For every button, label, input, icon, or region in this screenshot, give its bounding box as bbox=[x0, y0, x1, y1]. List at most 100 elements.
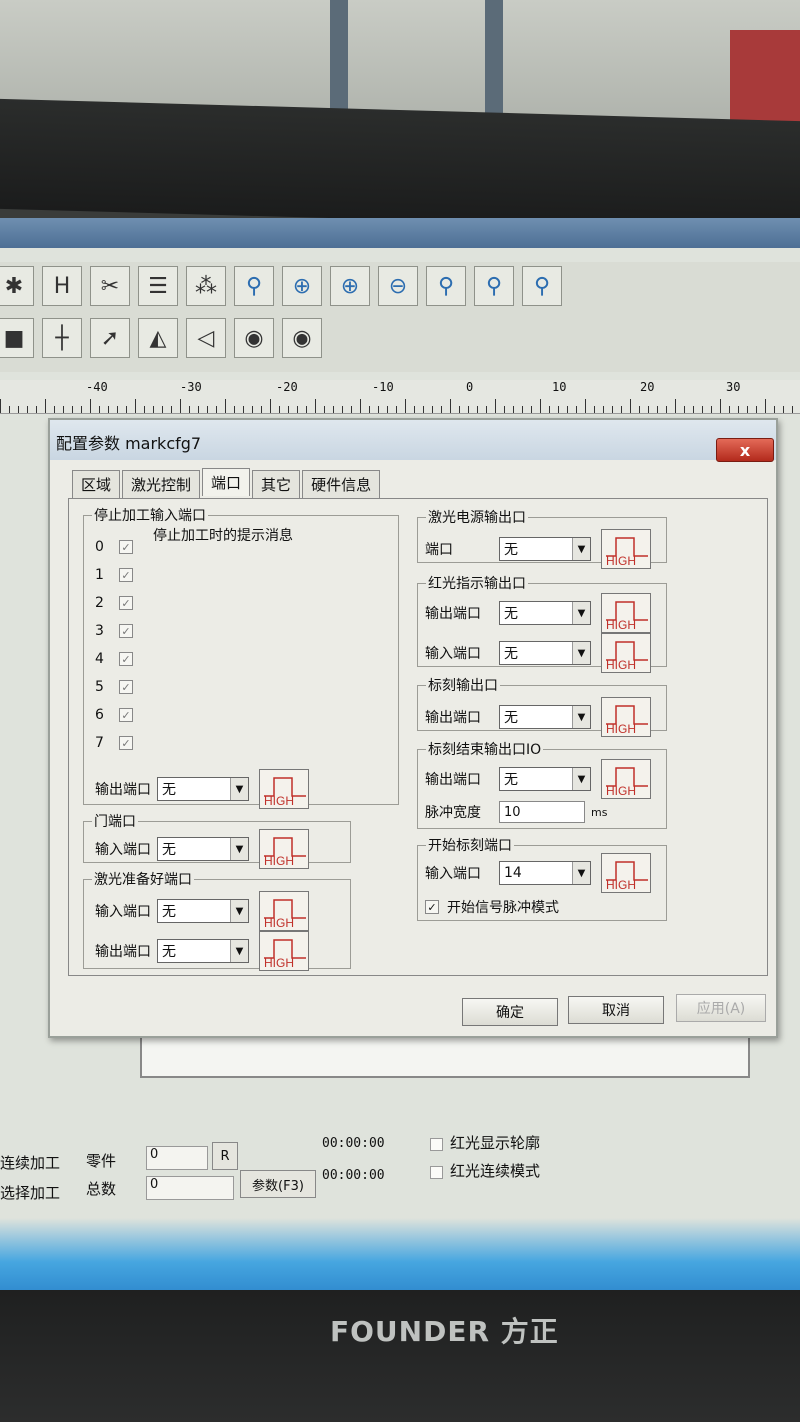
zoom-icon[interactable]: ⚲ bbox=[234, 266, 274, 306]
high-level-button[interactable]: HIGH bbox=[601, 633, 651, 673]
high-level-button[interactable]: HIGH bbox=[601, 529, 651, 569]
door-input-select[interactable]: 无 ▼ bbox=[157, 837, 249, 861]
zoom-in-icon[interactable]: ⊕ bbox=[282, 266, 322, 306]
dropdown-arrow-icon[interactable]: ▼ bbox=[230, 900, 248, 922]
tab-ports[interactable]: 端口 bbox=[202, 468, 251, 496]
zoom-out-icon[interactable]: ⊖ bbox=[378, 266, 418, 306]
stop-bit-row: 6 ✓ bbox=[95, 707, 133, 723]
laser-power-select[interactable]: 无 ▼ bbox=[499, 537, 591, 561]
bit-checkbox[interactable]: ✓ bbox=[119, 652, 133, 666]
ruler-label: -30 bbox=[180, 380, 202, 394]
dropdown-arrow-icon[interactable]: ▼ bbox=[572, 862, 590, 884]
ruler-tick bbox=[468, 406, 469, 413]
high-level-button[interactable]: HIGH bbox=[259, 829, 309, 869]
bit-checkbox[interactable]: ✓ bbox=[119, 596, 133, 610]
dropdown-arrow-icon[interactable]: ▼ bbox=[572, 642, 590, 664]
red-outline-label: 红光显示轮廓 bbox=[450, 1134, 541, 1152]
dropdown-arrow-icon[interactable]: ▼ bbox=[572, 706, 590, 728]
ruler-tick bbox=[18, 406, 19, 413]
tool-icon[interactable]: ✱ bbox=[0, 266, 34, 306]
mirror-vertical-icon[interactable]: ◁ bbox=[186, 318, 226, 358]
select-label: 选择加工 bbox=[0, 1184, 61, 1202]
ruler-tick bbox=[99, 406, 100, 413]
red-input-select[interactable]: 无 ▼ bbox=[499, 641, 591, 665]
parts-field[interactable]: 0 bbox=[146, 1146, 208, 1170]
bit-checkbox[interactable]: ✓ bbox=[119, 568, 133, 582]
ruler-tick bbox=[603, 406, 604, 413]
dropdown-arrow-icon[interactable]: ▼ bbox=[230, 778, 248, 800]
high-level-button[interactable]: HIGH bbox=[259, 891, 309, 931]
output-port-label: 输出端口 bbox=[425, 606, 481, 622]
ruler-tick bbox=[405, 399, 406, 413]
mark-end-output-select[interactable]: 无 ▼ bbox=[499, 767, 591, 791]
zoom-selection-icon[interactable]: ⚲ bbox=[474, 266, 514, 306]
zoom-plus-icon[interactable]: ⊕ bbox=[330, 266, 370, 306]
dropdown-arrow-icon[interactable]: ▼ bbox=[230, 838, 248, 860]
hatch-icon[interactable]: H bbox=[42, 266, 82, 306]
cancel-button[interactable]: 取消 bbox=[568, 996, 664, 1024]
pulse-width-input[interactable]: 10 bbox=[499, 801, 585, 823]
time-elapsed: 00:00:00 bbox=[322, 1136, 385, 1151]
tab-area[interactable]: 区域 bbox=[72, 470, 121, 498]
high-label: HIGH bbox=[606, 784, 636, 798]
ruler-tick bbox=[279, 406, 280, 413]
zoom-page-icon[interactable]: ⚲ bbox=[522, 266, 562, 306]
bit-checkbox[interactable]: ✓ bbox=[119, 708, 133, 722]
pulse-mode-checkbox[interactable]: ✓ bbox=[425, 900, 439, 914]
ruler-tick bbox=[378, 406, 379, 413]
ok-button[interactable]: 确定 bbox=[462, 998, 558, 1026]
ruler-tick bbox=[207, 406, 208, 413]
params-button[interactable]: 参数(F3) bbox=[240, 1170, 316, 1198]
red-outline-checkbox[interactable] bbox=[430, 1138, 443, 1151]
dropdown-arrow-icon[interactable]: ▼ bbox=[572, 538, 590, 560]
grid-icon[interactable]: ┼ bbox=[42, 318, 82, 358]
nodes-icon[interactable]: ⁂ bbox=[186, 266, 226, 306]
list-icon[interactable]: ☰ bbox=[138, 266, 178, 306]
close-button[interactable]: x bbox=[716, 438, 774, 462]
ruler-tick bbox=[594, 406, 595, 413]
high-level-button[interactable]: HIGH bbox=[601, 697, 651, 737]
tab-laser-control[interactable]: 激光控制 bbox=[122, 470, 201, 498]
ruler-label: -20 bbox=[276, 380, 298, 394]
bit-checkbox[interactable]: ✓ bbox=[119, 540, 133, 554]
bit-label: 1 bbox=[95, 567, 104, 583]
bit-checkbox[interactable]: ✓ bbox=[119, 680, 133, 694]
zoom-all-icon[interactable]: ⚲ bbox=[426, 266, 466, 306]
input-port-label: 输入端口 bbox=[95, 842, 151, 858]
select-icon[interactable]: ➚ bbox=[90, 318, 130, 358]
dropdown-arrow-icon[interactable]: ▼ bbox=[572, 768, 590, 790]
high-level-button[interactable]: HIGH bbox=[601, 759, 651, 799]
start-input-select[interactable]: 14 ▼ bbox=[499, 861, 591, 885]
laser-ready-output-select[interactable]: 无 ▼ bbox=[157, 939, 249, 963]
red-output-select[interactable]: 无 ▼ bbox=[499, 601, 591, 625]
status-area: 连续加工 选择加工 零件 总数 0 0 R 参数(F3) 00:00:00 00… bbox=[0, 1118, 800, 1218]
mark-output-select[interactable]: 无 ▼ bbox=[499, 705, 591, 729]
lock-icon[interactable]: ■ bbox=[0, 318, 34, 358]
ruler-tick bbox=[117, 406, 118, 413]
high-level-button[interactable]: HIGH bbox=[601, 593, 651, 633]
dropdown-arrow-icon[interactable]: ▼ bbox=[572, 602, 590, 624]
eye-icon[interactable]: ◉ bbox=[234, 318, 274, 358]
bit-checkbox[interactable]: ✓ bbox=[119, 624, 133, 638]
bit-checkbox[interactable]: ✓ bbox=[119, 736, 133, 750]
high-level-button[interactable]: HIGH bbox=[259, 931, 309, 971]
tab-hardware-info[interactable]: 硬件信息 bbox=[302, 470, 381, 498]
tab-other[interactable]: 其它 bbox=[252, 470, 301, 498]
total-field[interactable]: 0 bbox=[146, 1176, 234, 1200]
ruler-tick bbox=[54, 406, 55, 413]
apply-button[interactable]: 应用(A) bbox=[676, 994, 766, 1022]
high-level-button[interactable]: HIGH bbox=[601, 853, 651, 893]
stop-output-select[interactable]: 无 ▼ bbox=[157, 777, 249, 801]
ruler-label: 30 bbox=[726, 380, 741, 394]
toolbar: ✱ H ✂ ☰ ⁂ ⚲ ⊕ ⊕ ⊖ ⚲ ⚲ ⚲ ■ ┼ ➚ ◭ ◁ ◉ ◉ bbox=[0, 262, 800, 372]
ruler-tick bbox=[270, 399, 271, 413]
red-continuous-checkbox[interactable] bbox=[430, 1166, 443, 1179]
laser-ready-input-select[interactable]: 无 ▼ bbox=[157, 899, 249, 923]
mirror-horizontal-icon[interactable]: ◭ bbox=[138, 318, 178, 358]
ruler-tick bbox=[693, 406, 694, 413]
eye-closed-icon[interactable]: ◉ bbox=[282, 318, 322, 358]
dropdown-arrow-icon[interactable]: ▼ bbox=[230, 940, 248, 962]
tools-icon[interactable]: ✂ bbox=[90, 266, 130, 306]
reset-button[interactable]: R bbox=[212, 1142, 238, 1170]
high-level-button[interactable]: HIGH bbox=[259, 769, 309, 809]
